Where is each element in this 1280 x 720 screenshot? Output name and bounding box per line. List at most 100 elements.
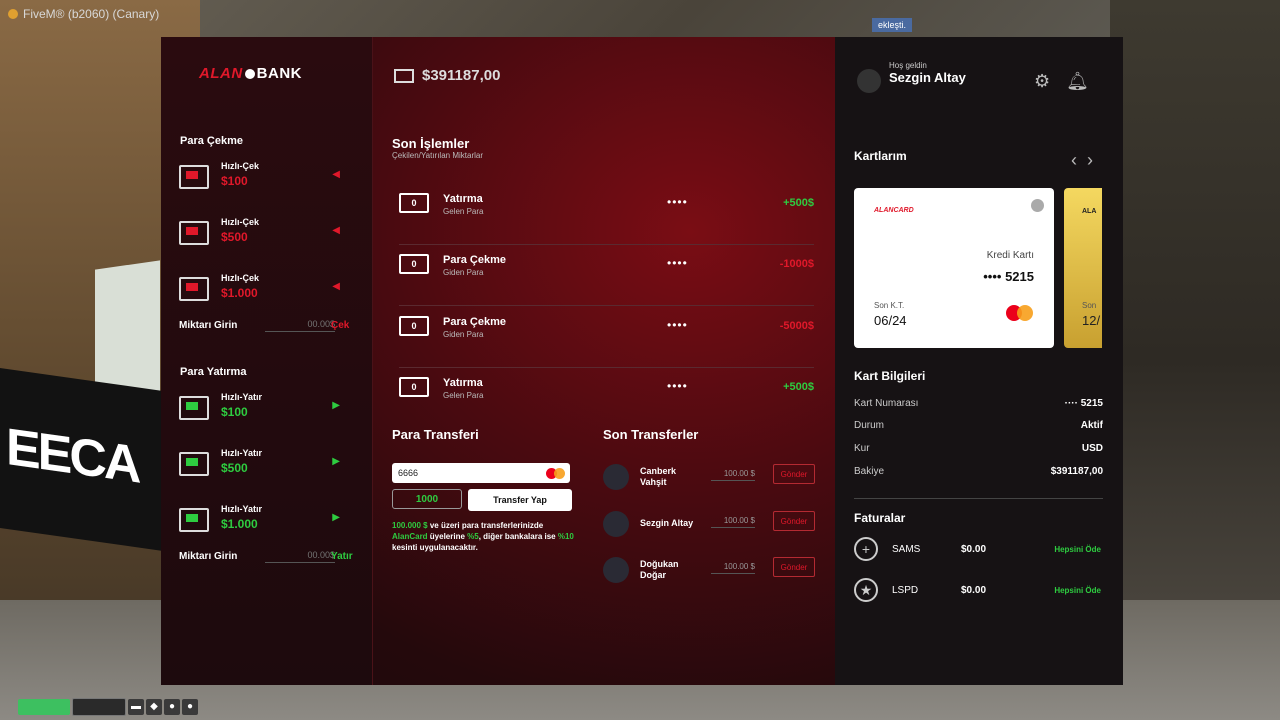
chevron-left-icon[interactable]: ‹ xyxy=(1071,150,1087,170)
credit-card-secondary[interactable]: ALA Son 12/ xyxy=(1064,188,1102,348)
send-button[interactable]: Gönder xyxy=(773,511,815,531)
note-text: kesinti uygulanacaktır. xyxy=(392,543,478,552)
card-info-row: Bakiye $391187,00 xyxy=(854,466,1103,477)
card-type: Kredi Kartı xyxy=(986,250,1034,261)
note-rate: %10 xyxy=(557,532,574,541)
send-button[interactable]: Gönder xyxy=(773,464,815,484)
mastercard-icon xyxy=(546,468,566,479)
info-value: Aktif xyxy=(1080,420,1103,431)
pay-all-button[interactable]: Hepsini Öde xyxy=(1054,586,1101,595)
transaction-sub: Gelen Para xyxy=(443,207,484,216)
quick-withdraw-100[interactable]: Hızlı-Çek $100 ◀ xyxy=(179,161,354,201)
user-avatar xyxy=(857,69,881,93)
welcome-text: Hoş geldin xyxy=(889,61,927,70)
transaction-dots: •••• xyxy=(667,318,688,332)
quick-label: Hızlı-Çek xyxy=(221,161,260,171)
cash-icon: 0 xyxy=(399,254,429,274)
gear-icon[interactable]: ⚙ xyxy=(1034,71,1050,92)
deposit-amount-input[interactable] xyxy=(265,550,335,563)
recipient-name: Canberk Vahşit xyxy=(640,466,677,487)
arrow-right-icon: ▶ xyxy=(332,512,340,523)
quick-deposit-1000[interactable]: Hızlı-Yatır $1.000 ▶ xyxy=(179,504,354,544)
quick-withdraw-500[interactable]: Hızlı-Çek $500 ◀ xyxy=(179,217,354,257)
deposit-button[interactable]: Yatır xyxy=(331,551,353,562)
sign-lettering: EECA xyxy=(6,417,139,495)
withdraw-amount-label: Miktarı Girin xyxy=(179,320,238,331)
recipient-amount[interactable]: 100.00 $ xyxy=(711,562,755,574)
window-title: FiveM® (b2060) (Canary) xyxy=(8,7,159,21)
thirst-icon: ◆ xyxy=(146,699,162,715)
info-value: $391187,00 xyxy=(1050,466,1103,477)
card-expiry: 06/24 xyxy=(874,313,907,328)
transaction-sub: Giden Para xyxy=(443,330,484,339)
chevron-right-icon[interactable]: › xyxy=(1087,150,1103,170)
logo-dot-icon xyxy=(244,68,255,79)
quick-amount: $1.000 xyxy=(221,517,258,531)
bill-amount: $0.00 xyxy=(961,585,987,596)
cash-icon: 0 xyxy=(399,193,429,213)
game-hud: ▬ ◆ ● ● xyxy=(18,698,198,716)
transaction-dots: •••• xyxy=(667,256,688,270)
armor-bar xyxy=(72,698,126,716)
transaction-value: -5000$ xyxy=(779,320,814,332)
right-panel: Hoş geldin Sezgin Altay ⚙ 🔔︎ Kartlarım ‹… xyxy=(835,37,1123,685)
withdraw-amount-input[interactable] xyxy=(265,319,335,332)
quick-deposit-500[interactable]: Hızlı-Yatır $500 ▶ xyxy=(179,448,354,488)
game-background-sign: EECA xyxy=(0,368,170,552)
atm-icon xyxy=(179,277,209,301)
quick-deposit-100[interactable]: Hızlı-Yatır $100 ▶ xyxy=(179,392,354,432)
medical-cross-icon: + xyxy=(854,537,878,561)
card-brand: ALANCARD xyxy=(874,207,914,214)
note-brand: AlanCard xyxy=(392,532,428,541)
deposit-title: Para Yatırma xyxy=(180,366,247,378)
logo-red-text: ALAN xyxy=(199,65,243,82)
user-name: Sezgin Altay xyxy=(889,70,966,85)
card-number-input[interactable] xyxy=(392,463,570,483)
recipient-amount[interactable]: 100.00 $ xyxy=(711,516,755,528)
header-balance: $391187,00 xyxy=(394,67,500,84)
bill-row-sams: + SAMS $0.00 Hepsini Öde xyxy=(854,537,1103,565)
transaction-sub: Giden Para xyxy=(443,268,484,277)
quick-label: Hızlı-Yatır xyxy=(221,448,263,458)
recipient-name: Doğukan Doğar xyxy=(640,559,679,580)
transaction-name: Para Çekme xyxy=(443,254,506,266)
quick-label: Hızlı-Çek xyxy=(221,217,260,227)
cash-icon: 0 xyxy=(399,377,429,397)
quick-amount: $100 xyxy=(221,405,248,419)
center-panel: $391187,00 Son İşlemler Çekilen/Yatırıla… xyxy=(372,37,835,685)
transfer-title: Para Transferi xyxy=(392,427,479,442)
card-expiry-label: Son xyxy=(1082,301,1097,310)
quick-withdraw-1000[interactable]: Hızlı-Çek $1.000 ◀ xyxy=(179,273,354,313)
hunger-icon: ▬ xyxy=(128,699,144,715)
transfer-button[interactable]: Transfer Yap xyxy=(468,489,572,511)
card-expiry-label: Son K.T. xyxy=(874,301,905,310)
logo-white-text: BANK xyxy=(256,65,303,82)
arrow-right-icon: ▶ xyxy=(332,456,340,467)
bell-icon[interactable]: 🔔︎ xyxy=(1066,71,1089,92)
arrow-left-icon: ◀ xyxy=(332,169,340,180)
card-brand: ALA xyxy=(1082,208,1097,215)
card-number: •••• 5215 xyxy=(983,269,1034,284)
quick-amount: $100 xyxy=(221,174,248,188)
info-key: Durum xyxy=(854,420,885,431)
quick-amount: $500 xyxy=(221,230,248,244)
window-title-text: FiveM® (b2060) (Canary) xyxy=(23,7,160,21)
pay-all-button[interactable]: Hepsini Öde xyxy=(1054,545,1101,554)
info-value: ···· 5215 xyxy=(1064,398,1103,409)
send-button[interactable]: Gönder xyxy=(773,557,815,577)
recipient-amount[interactable]: 100.00 $ xyxy=(711,469,755,481)
credit-card[interactable]: ALANCARD Kredi Kartı •••• 5215 Son K.T. … xyxy=(854,188,1054,348)
avatar xyxy=(603,464,629,490)
card-info-title: Kart Bilgileri xyxy=(854,369,926,383)
recipient-name: Sezgin Altay xyxy=(640,518,694,528)
transactions-title: Son İşlemler xyxy=(392,136,470,151)
arrow-right-icon: ▶ xyxy=(332,400,340,411)
transaction-row: 0 Yatırma Gelen Para •••• +500$ xyxy=(399,367,814,428)
bill-row-lspd: ★ LSPD $0.00 Hepsini Öde xyxy=(854,578,1103,606)
transfer-amount-field[interactable]: 1000 xyxy=(392,489,462,509)
transaction-value: +500$ xyxy=(783,381,814,393)
avatar xyxy=(603,511,629,537)
transaction-name: Yatırma xyxy=(443,377,483,389)
withdraw-button[interactable]: Çek xyxy=(331,320,349,331)
withdraw-title: Para Çekme xyxy=(180,135,243,147)
